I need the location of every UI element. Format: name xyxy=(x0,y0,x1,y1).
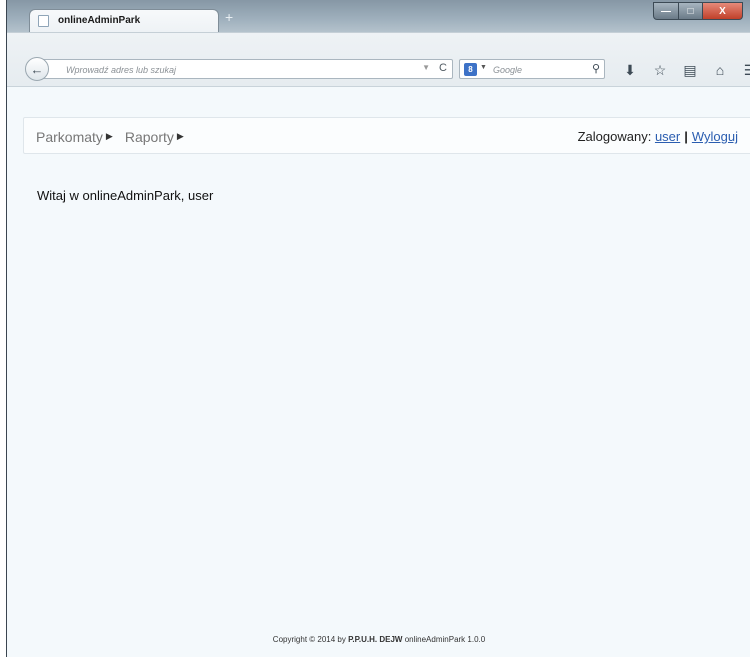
home-icon[interactable]: ⌂ xyxy=(707,61,733,79)
bookmark-star-icon[interactable]: ☆ xyxy=(647,61,673,79)
search-icon[interactable]: ⚲ xyxy=(592,62,600,75)
title-bar: onlineAdminPark + — □ X xyxy=(7,0,750,32)
search-bar[interactable]: 8 ▼ ⚲ xyxy=(459,59,605,79)
window-controls: — □ X xyxy=(653,2,743,20)
engine-dropdown-icon[interactable]: ▼ xyxy=(480,64,487,71)
toolbar-icons: ⬇ ☆ ▤ ⌂ ☰ xyxy=(617,61,750,79)
footer-company: P.P.U.H. DEJW xyxy=(348,635,403,644)
menu-item-label: Parkomaty xyxy=(36,128,103,145)
back-button[interactable]: ← xyxy=(25,57,49,81)
separator: | xyxy=(684,129,688,144)
footer-copyright: Copyright © 2014 by xyxy=(272,635,346,644)
page-viewport: Parkomaty ▶ Raporty ▶ Zalogowany: user |… xyxy=(7,86,750,657)
url-history-dropdown-icon[interactable]: ▼ xyxy=(422,63,430,72)
browser-window: onlineAdminPark + — □ X ▼ C ← 8 ▼ ⚲ ⬇ ☆ … xyxy=(6,0,750,657)
search-input[interactable] xyxy=(491,62,581,77)
welcome-message: Witaj w onlineAdminPark, user xyxy=(37,188,214,203)
back-icon: ← xyxy=(30,61,44,77)
bookmarks-list-icon[interactable]: ▤ xyxy=(677,61,703,79)
url-input[interactable] xyxy=(64,62,394,77)
main-menu: Parkomaty ▶ Raporty ▶ xyxy=(36,118,184,155)
menu-icon[interactable]: ☰ xyxy=(737,61,750,79)
caret-right-icon: ▶ xyxy=(105,131,113,141)
tab-title: onlineAdminPark xyxy=(58,15,141,26)
browser-tab[interactable]: onlineAdminPark xyxy=(29,9,219,32)
logged-in-label: Zalogowany: xyxy=(577,129,652,144)
footer-version: onlineAdminPark 1.0.0 xyxy=(404,635,486,644)
footer: Copyright © 2014 by P.P.U.H. DEJW online… xyxy=(7,635,750,644)
close-button[interactable]: X xyxy=(703,2,743,20)
navigation-toolbar: ▼ C ← 8 ▼ ⚲ ⬇ ☆ ▤ ⌂ ☰ xyxy=(7,32,750,86)
logout-link[interactable]: Wyloguj xyxy=(692,129,738,144)
maximize-button[interactable]: □ xyxy=(679,2,703,20)
menu-item-label: Raporty xyxy=(124,128,174,145)
reload-icon[interactable]: C xyxy=(439,62,447,74)
site-navbar: Parkomaty ▶ Raporty ▶ Zalogowany: user |… xyxy=(23,117,750,154)
download-icon[interactable]: ⬇ xyxy=(617,61,643,79)
login-status: Zalogowany: user | Wyloguj xyxy=(578,118,738,155)
caret-right-icon: ▶ xyxy=(176,131,184,141)
page-favicon-icon xyxy=(38,15,49,27)
search-engine-icon[interactable]: 8 xyxy=(464,63,477,76)
menu-item-raporty[interactable]: Raporty ▶ xyxy=(125,129,184,145)
url-bar[interactable]: ▼ C xyxy=(41,59,453,79)
new-tab-button[interactable]: + xyxy=(225,9,233,25)
minimize-button[interactable]: — xyxy=(653,2,679,20)
user-link[interactable]: user xyxy=(655,129,680,144)
menu-item-parkomaty[interactable]: Parkomaty ▶ xyxy=(36,129,113,145)
